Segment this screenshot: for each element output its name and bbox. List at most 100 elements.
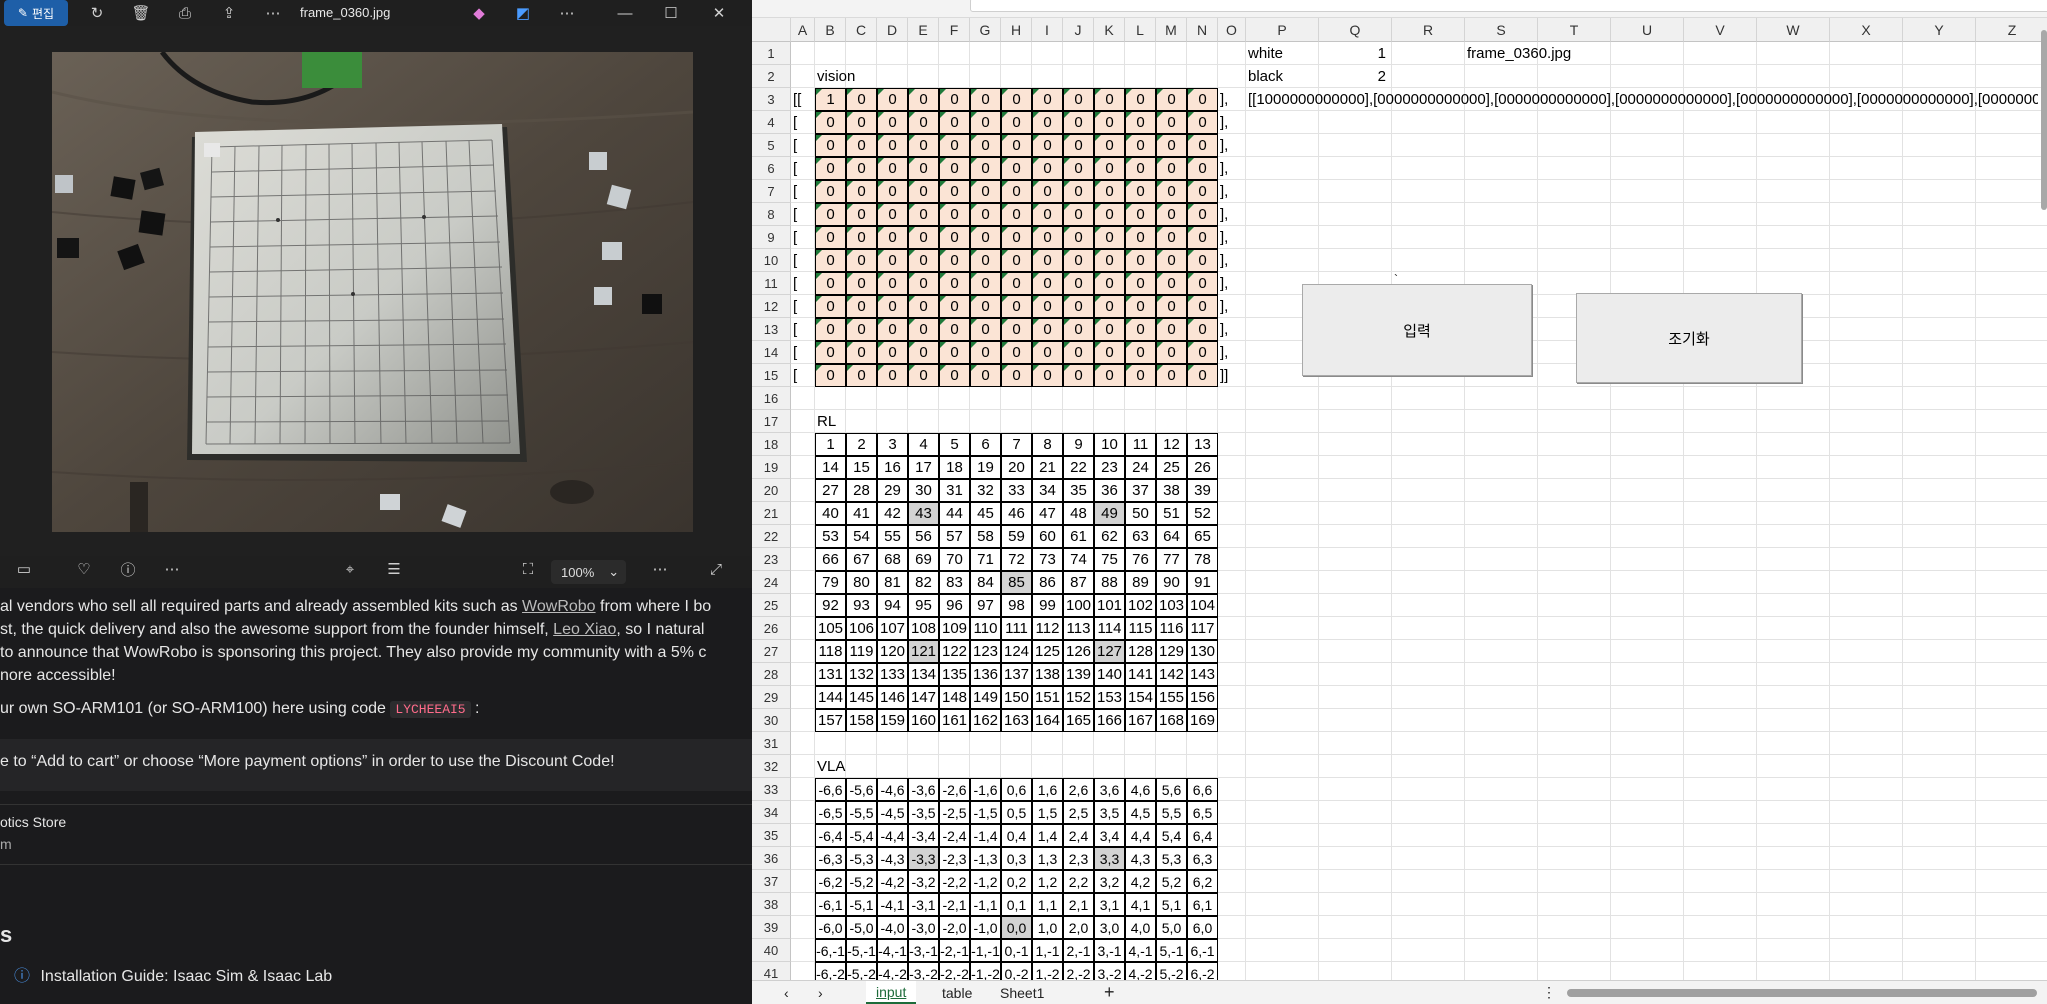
vision-cell[interactable]: 0 [1187, 341, 1218, 364]
rl-cell[interactable]: 61 [1063, 525, 1094, 548]
vla-cell[interactable]: -2,0 [939, 916, 970, 939]
rl-cell[interactable]: 71 [970, 548, 1001, 571]
vla-cell[interactable]: -5,0 [846, 916, 877, 939]
rl-cell[interactable]: 12 [1156, 433, 1187, 456]
bracket-cell[interactable]: ], [1218, 226, 1246, 249]
vla-cell[interactable]: -4,6 [877, 778, 908, 801]
vla-cell[interactable]: 2,0 [1063, 916, 1094, 939]
rl-cell[interactable]: 63 [1125, 525, 1156, 548]
rl-cell[interactable]: 92 [815, 594, 846, 617]
column-header-u[interactable]: U [1611, 18, 1684, 42]
rl-cell[interactable]: 40 [815, 502, 846, 525]
vla-cell[interactable]: -6,2 [815, 870, 846, 893]
vla-cell[interactable]: 5,3 [1156, 847, 1187, 870]
vision-cell[interactable]: 0 [1156, 364, 1187, 387]
vision-cell[interactable]: 0 [1187, 226, 1218, 249]
rl-cell[interactable]: 133 [877, 663, 908, 686]
tab-input[interactable]: input [866, 981, 917, 1004]
rl-cell[interactable]: 159 [877, 709, 908, 732]
vla-cell[interactable]: 5,5 [1156, 801, 1187, 824]
rl-cell[interactable]: 154 [1125, 686, 1156, 709]
vision-cell[interactable]: 0 [908, 226, 939, 249]
rl-cell[interactable]: 158 [846, 709, 877, 732]
vision-cell[interactable]: 0 [1032, 203, 1063, 226]
vla-cell[interactable]: 5,2 [1156, 870, 1187, 893]
row-header[interactable]: 25 [752, 594, 791, 617]
vision-cell[interactable]: 0 [970, 295, 1001, 318]
vision-cell[interactable]: 0 [1094, 157, 1125, 180]
vision-cell[interactable]: 0 [970, 364, 1001, 387]
bracket-cell[interactable]: ], [1218, 203, 1246, 226]
vla-cell[interactable]: -1,1 [970, 893, 1001, 916]
rl-cell[interactable]: 54 [846, 525, 877, 548]
vision-cell[interactable]: 0 [877, 341, 908, 364]
vla-cell[interactable]: -6,6 [815, 778, 846, 801]
column-header-o[interactable]: O [1218, 18, 1246, 42]
vla-cell[interactable]: 1,6 [1032, 778, 1063, 801]
rl-cell[interactable]: 131 [815, 663, 846, 686]
vision-cell[interactable]: 0 [846, 249, 877, 272]
rl-cell[interactable]: 79 [815, 571, 846, 594]
rl-cell[interactable]: 135 [939, 663, 970, 686]
vision-cell[interactable]: 0 [815, 134, 846, 157]
vla-cell[interactable]: -1,-1 [970, 939, 1001, 962]
vision-cell[interactable]: 0 [1001, 180, 1032, 203]
rl-cell[interactable]: 143 [1187, 663, 1218, 686]
rl-cell[interactable]: 46 [1001, 502, 1032, 525]
vision-cell[interactable]: 0 [1125, 318, 1156, 341]
rl-cell[interactable]: 15 [846, 456, 877, 479]
select-all-corner[interactable] [752, 18, 791, 42]
rl-cell[interactable]: 94 [877, 594, 908, 617]
rl-cell[interactable]: 84 [970, 571, 1001, 594]
vla-cell[interactable]: 0,-1 [1001, 939, 1032, 962]
rl-cell[interactable]: 45 [970, 502, 1001, 525]
vision-cell[interactable]: 0 [1063, 318, 1094, 341]
vision-cell[interactable]: 0 [970, 111, 1001, 134]
bracket-cell[interactable]: ], [1218, 88, 1246, 111]
rl-cell[interactable]: 83 [939, 571, 970, 594]
store-name[interactable]: otics Store [0, 814, 752, 830]
rl-cell[interactable]: 58 [970, 525, 1001, 548]
reset-button[interactable]: 조기화 [1576, 293, 1802, 383]
row-header[interactable]: 17 [752, 410, 791, 433]
rl-cell[interactable]: 69 [908, 548, 939, 571]
vla-cell[interactable]: -6,-1 [815, 939, 846, 962]
vla-cell[interactable]: 5,4 [1156, 824, 1187, 847]
vla-cell[interactable]: 4,-1 [1125, 939, 1156, 962]
vision-cell[interactable]: 0 [846, 134, 877, 157]
rl-cell[interactable]: 50 [1125, 502, 1156, 525]
rl-cell[interactable]: 123 [970, 640, 1001, 663]
rl-cell[interactable]: 105 [815, 617, 846, 640]
vla-cell[interactable]: 2,2 [1063, 870, 1094, 893]
vla-cell[interactable]: -2,-1 [939, 939, 970, 962]
vla-cell[interactable]: -3,5 [908, 801, 939, 824]
vla-cell[interactable]: 4,0 [1125, 916, 1156, 939]
rl-cell[interactable]: 60 [1032, 525, 1063, 548]
vision-cell[interactable]: 0 [939, 295, 970, 318]
vla-cell[interactable]: 3,1 [1094, 893, 1125, 916]
rl-cell[interactable]: 42 [877, 502, 908, 525]
bracket-cell[interactable]: [ [791, 180, 815, 203]
vision-cell[interactable]: 0 [1094, 134, 1125, 157]
vision-cell[interactable]: 0 [815, 341, 846, 364]
vision-cell[interactable]: 0 [1125, 203, 1156, 226]
vision-cell[interactable]: 0 [939, 134, 970, 157]
vla-cell[interactable]: -6,4 [815, 824, 846, 847]
column-header-i[interactable]: I [1032, 18, 1063, 42]
share-icon[interactable]: ⇪ [216, 0, 242, 26]
column-header-v[interactable]: V [1684, 18, 1757, 42]
rl-cell[interactable]: 165 [1063, 709, 1094, 732]
vision-cell[interactable]: 0 [970, 249, 1001, 272]
row-header[interactable]: 30 [752, 709, 791, 732]
vision-cell[interactable]: 0 [1094, 249, 1125, 272]
vla-cell[interactable]: -6,0 [815, 916, 846, 939]
vision-cell[interactable]: 0 [1001, 249, 1032, 272]
vision-cell[interactable]: 0 [908, 157, 939, 180]
vla-cell[interactable]: -4,5 [877, 801, 908, 824]
rl-cell[interactable]: 149 [970, 686, 1001, 709]
row-header[interactable]: 28 [752, 663, 791, 686]
vla-cell[interactable]: -5,6 [846, 778, 877, 801]
row-header[interactable]: 1 [752, 42, 791, 65]
rl-cell[interactable]: 151 [1032, 686, 1063, 709]
row-header[interactable]: 31 [752, 732, 791, 755]
